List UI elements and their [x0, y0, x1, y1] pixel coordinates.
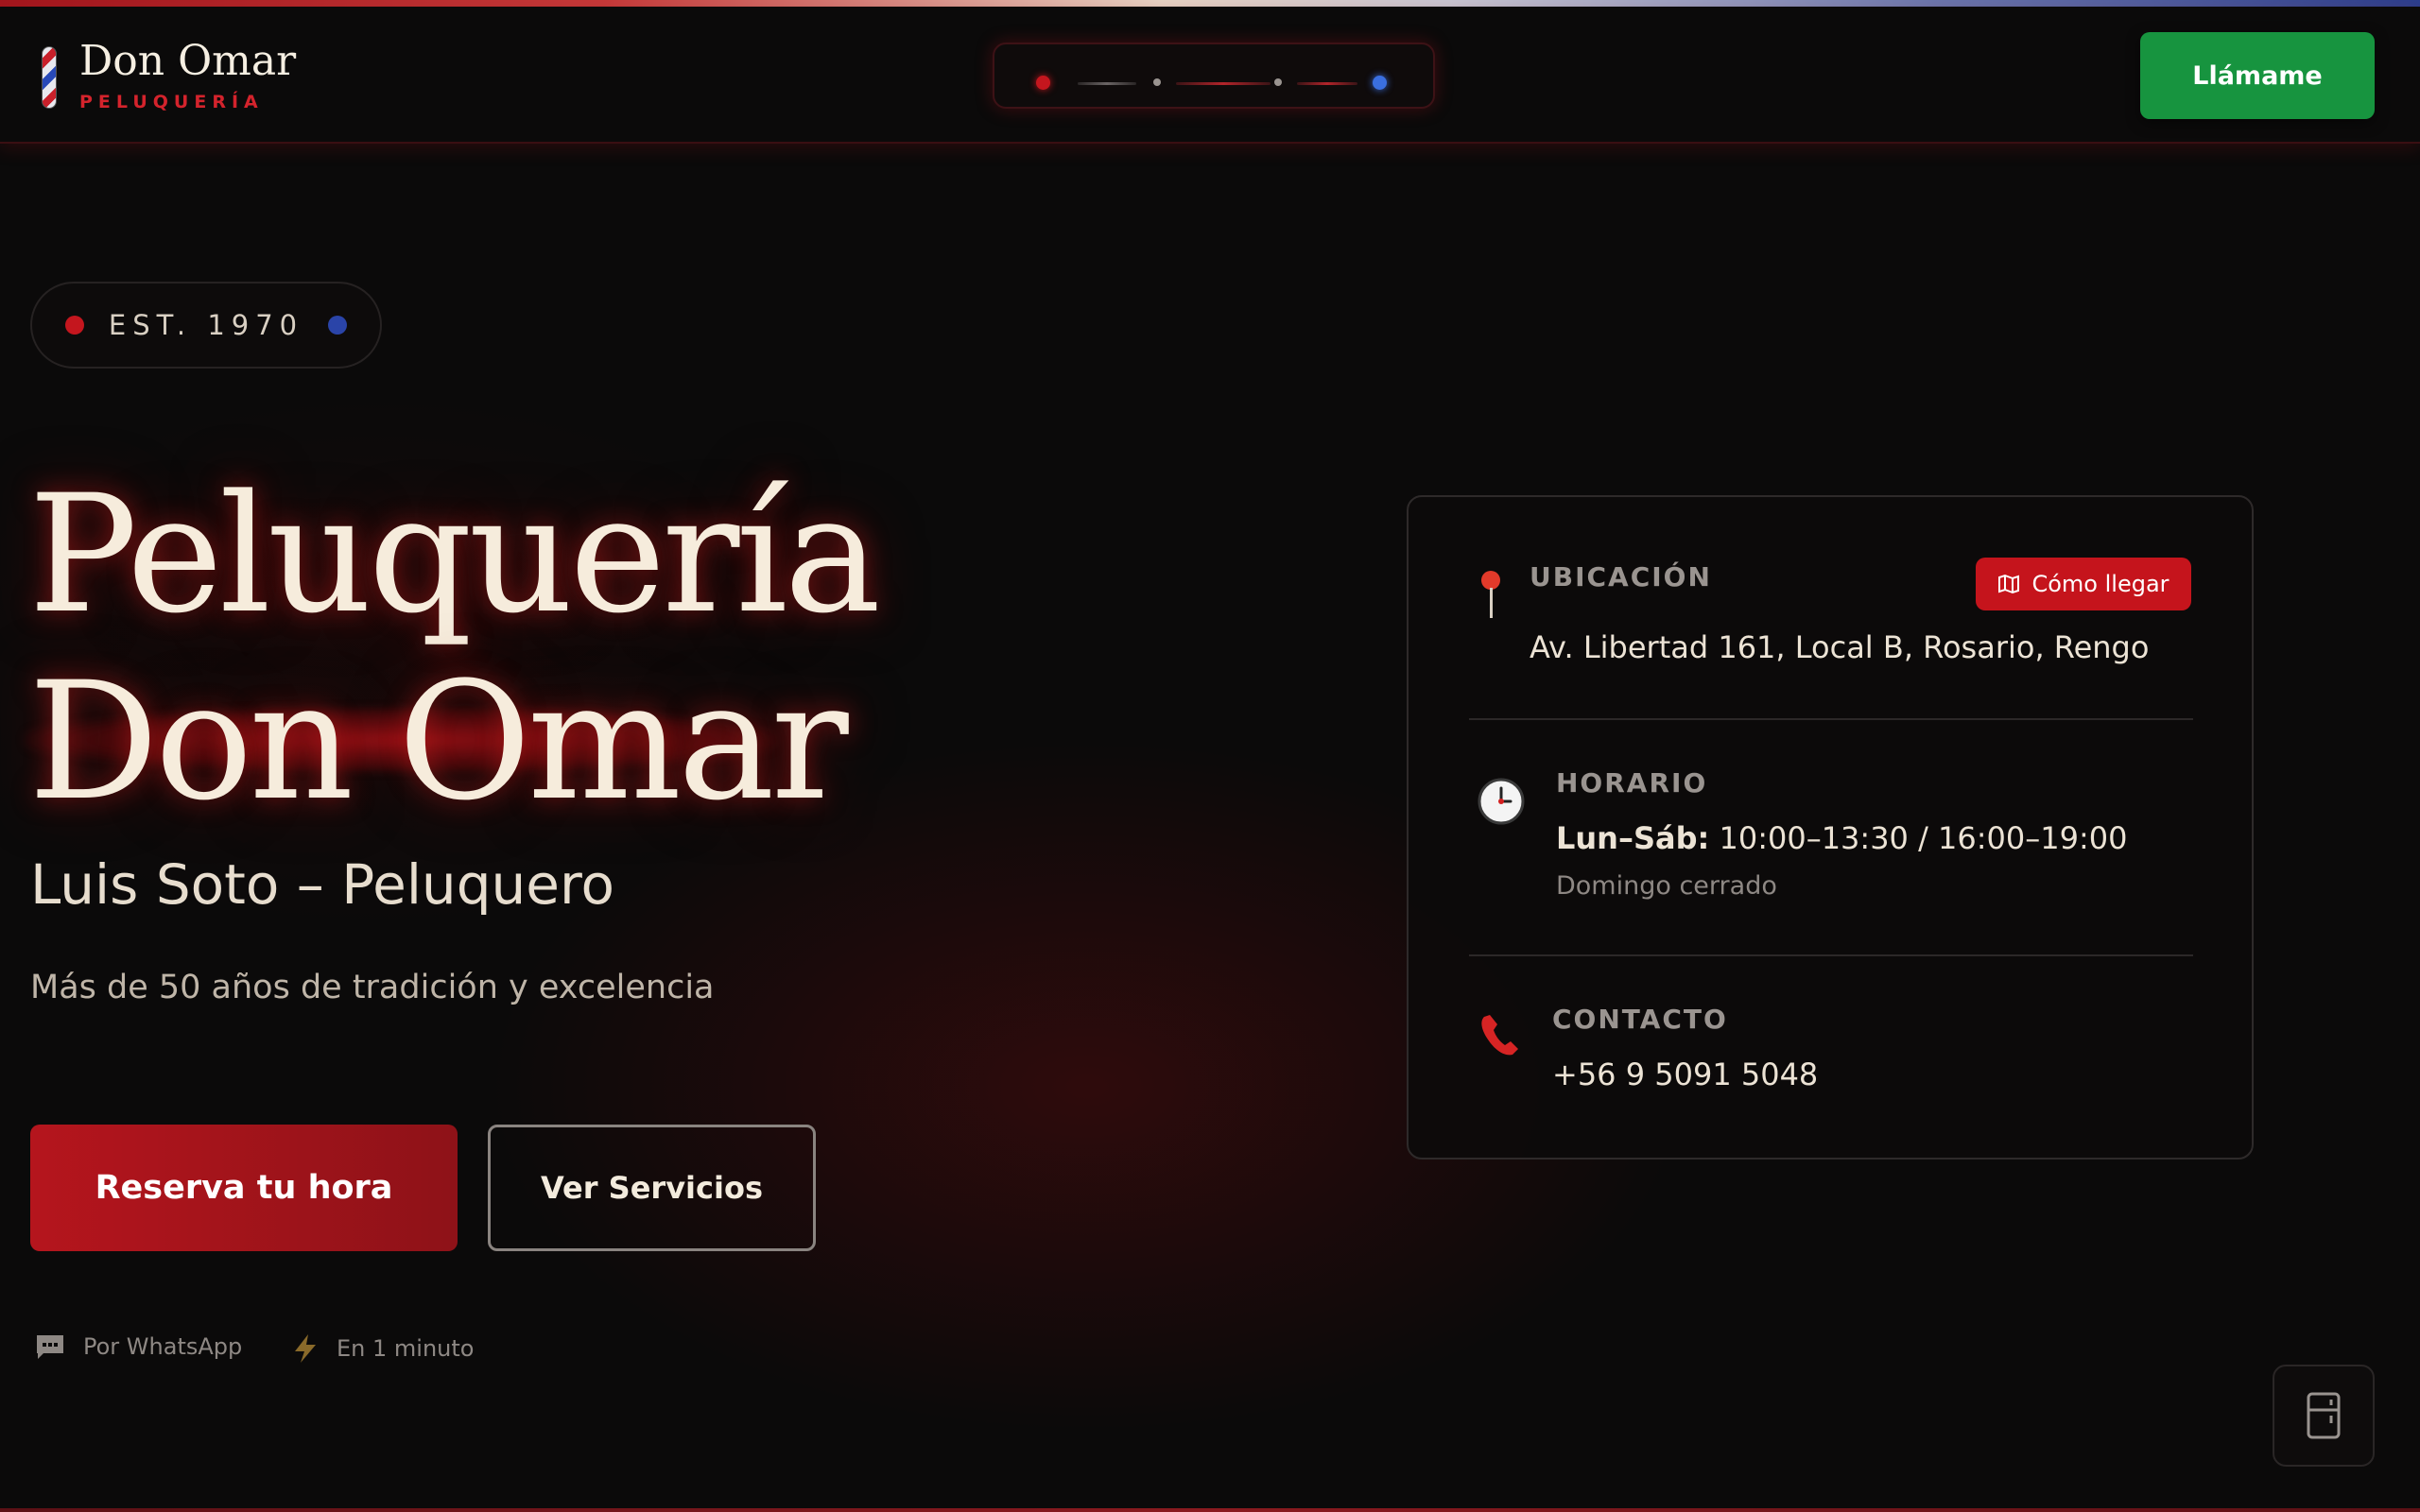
hero-title: Peluquería Don Omar [28, 459, 881, 836]
hours-days: Lun–Sáb: [1556, 820, 1710, 856]
time-meta: En 1 minuto [291, 1332, 474, 1365]
established-badge: EST. 1970 [30, 282, 382, 369]
progress-line [1297, 82, 1357, 85]
progress-dot[interactable] [1153, 78, 1161, 86]
bottom-stripe [0, 1508, 2420, 1512]
call-button[interactable]: Llámame [2140, 32, 2375, 119]
section-progress-indicator [993, 43, 1435, 109]
whatsapp-meta-text: Por WhatsApp [83, 1333, 243, 1360]
progress-dot[interactable] [1274, 78, 1282, 86]
divider [1469, 718, 2193, 720]
book-appointment-button[interactable]: Reserva tu hora [30, 1125, 458, 1251]
directions-button[interactable]: Cómo llegar [1976, 558, 2191, 610]
pin-icon [1481, 571, 1500, 618]
location-address: Av. Libertad 161, Local B, Rosario, Reng… [1530, 629, 2150, 665]
top-stripe [0, 0, 2420, 7]
chat-icon [37, 1335, 63, 1359]
map-icon [1998, 574, 2020, 594]
progress-line [1176, 82, 1270, 85]
progress-dot-start[interactable] [1036, 76, 1050, 90]
hours-times: 10:00–13:30 / 16:00–19:00 [1719, 820, 2128, 856]
fridge-icon [2307, 1392, 2341, 1439]
logo[interactable]: Don Omar PELUQUERÍA [42, 35, 296, 112]
hero-title-line2: Don Omar [28, 646, 849, 836]
hours-closed-note: Domingo cerrado [1556, 871, 1777, 901]
hero-title-line1: Peluquería [28, 459, 881, 649]
hours-label: HORARIO [1556, 767, 1708, 799]
hero-subtitle: Luis Soto – Peluquero [30, 852, 615, 917]
progress-line [1078, 82, 1136, 85]
floating-action-button[interactable] [2273, 1365, 2375, 1467]
divider [1469, 954, 2193, 956]
hero-tagline: Más de 50 años de tradición y excelencia [30, 969, 715, 1006]
lightning-icon [295, 1334, 316, 1363]
whatsapp-meta: Por WhatsApp [34, 1332, 242, 1361]
logo-title: Don Omar [79, 37, 297, 85]
hours-row: Lun–Sáb: 10:00–13:30 / 16:00–19:00 [1556, 820, 2127, 856]
directions-label: Cómo llegar [2031, 571, 2169, 597]
barber-pole-icon [42, 46, 57, 109]
view-services-button[interactable]: Ver Servicios [488, 1125, 816, 1251]
logo-subtitle: PELUQUERÍA [79, 92, 264, 112]
contact-label: CONTACTO [1552, 1004, 1728, 1035]
contact-phone[interactable]: +56 9 5091 5048 [1552, 1057, 1818, 1092]
location-label: UBICACIÓN [1530, 561, 1712, 593]
info-card: UBICACIÓN Cómo llegar Av. Libertad 161, … [1407, 495, 2254, 1160]
phone-icon [1481, 1015, 1518, 1056]
time-meta-text: En 1 minuto [337, 1335, 475, 1362]
progress-dot-end[interactable] [1373, 76, 1387, 90]
red-dot-icon [64, 316, 84, 335]
blue-dot-icon [328, 316, 348, 335]
site-header: Don Omar PELUQUERÍA Llámame [0, 7, 2420, 144]
established-text: EST. 1970 [108, 309, 304, 341]
clock-icon [1478, 778, 1525, 825]
